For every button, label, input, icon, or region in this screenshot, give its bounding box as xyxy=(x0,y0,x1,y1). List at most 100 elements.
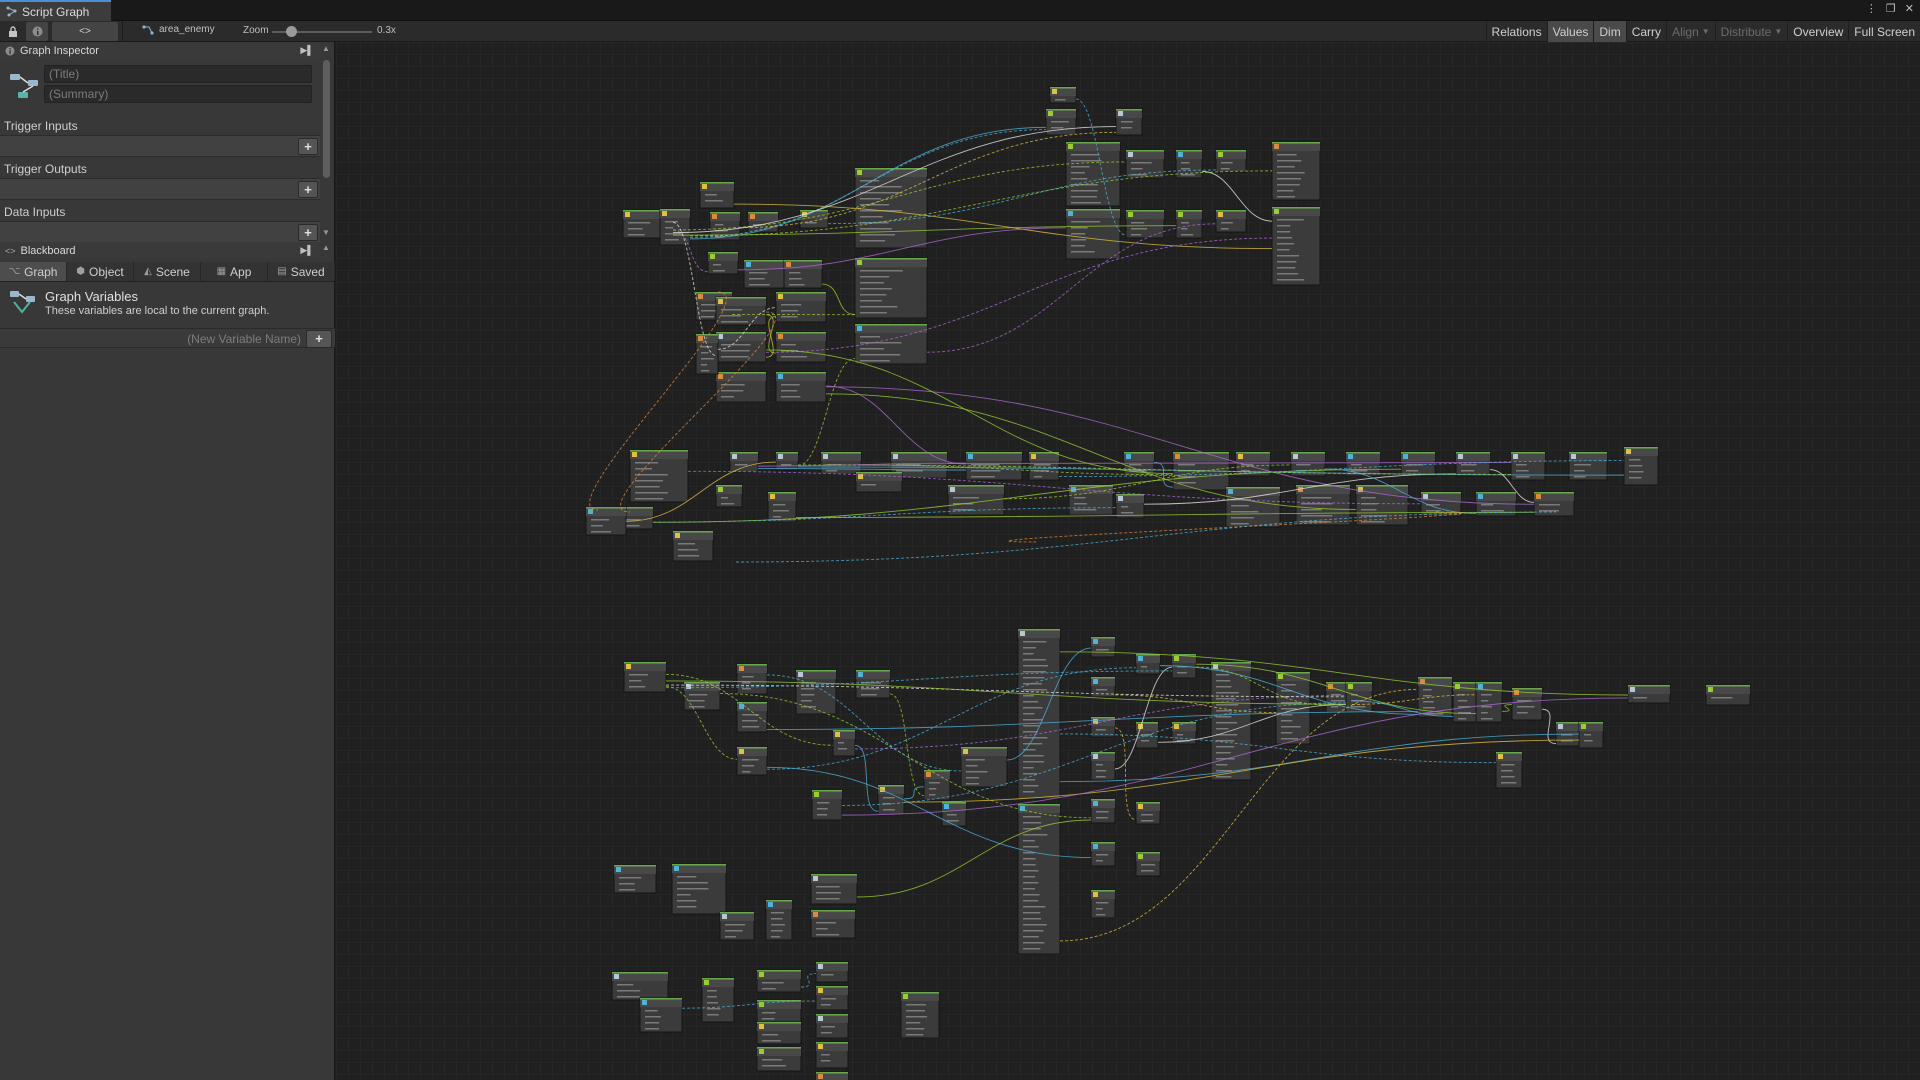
graph-node[interactable] xyxy=(941,801,967,827)
graph-node[interactable] xyxy=(1065,208,1121,260)
graph-node[interactable] xyxy=(1627,684,1671,704)
inspector-dock-button[interactable]: ▶▌ xyxy=(300,44,314,57)
graph-node[interactable] xyxy=(743,259,785,289)
graph-node[interactable] xyxy=(1115,108,1143,136)
graph-node[interactable] xyxy=(639,997,683,1033)
full-screen-button[interactable]: Full Screen xyxy=(1848,21,1920,42)
graph-node[interactable] xyxy=(736,663,768,695)
graph-node[interactable] xyxy=(629,449,689,503)
graph-node[interactable] xyxy=(1028,451,1060,481)
zoom-slider-thumb[interactable] xyxy=(286,26,297,37)
graph-node[interactable] xyxy=(1115,493,1145,519)
carry-button[interactable]: Carry xyxy=(1625,21,1666,42)
blackboard-dock-button[interactable]: ▶▌ xyxy=(300,244,314,257)
graph-node[interactable] xyxy=(900,991,940,1039)
graph-node[interactable] xyxy=(719,911,755,941)
graph-node[interactable] xyxy=(960,746,1008,788)
graph-node[interactable] xyxy=(1049,86,1077,104)
add-trigger-output-button[interactable]: + xyxy=(298,181,318,198)
graph-node[interactable] xyxy=(1090,798,1116,824)
graph-node[interactable] xyxy=(815,1013,849,1039)
graph-node[interactable] xyxy=(775,331,827,363)
graph-node[interactable] xyxy=(1623,446,1659,486)
graph-node[interactable] xyxy=(775,371,827,403)
graph-node[interactable] xyxy=(775,451,799,471)
add-trigger-input-button[interactable]: + xyxy=(298,138,318,155)
graph-node[interactable] xyxy=(1215,149,1247,173)
graph-node[interactable] xyxy=(1090,751,1116,781)
new-variable-name-input[interactable]: (New Variable Name) xyxy=(187,332,301,346)
graph-node[interactable] xyxy=(1090,636,1116,658)
graph-node[interactable] xyxy=(1578,721,1604,749)
graph-node[interactable] xyxy=(756,1046,802,1072)
graph-node[interactable] xyxy=(815,985,849,1011)
graph-node[interactable] xyxy=(1090,841,1116,867)
graph-node[interactable] xyxy=(767,491,797,523)
inspector-scrollbar[interactable]: ▲ ▼ xyxy=(321,44,333,244)
graph-node[interactable] xyxy=(765,899,793,941)
scroll-thumb[interactable] xyxy=(323,60,330,178)
graph-node[interactable] xyxy=(1175,149,1203,179)
dim-button[interactable]: Dim xyxy=(1593,21,1626,42)
add-data-input-button[interactable]: + xyxy=(298,224,318,241)
graph-node[interactable] xyxy=(701,977,735,1023)
graph-node[interactable] xyxy=(715,371,767,403)
more-menu-icon[interactable]: ⋮ xyxy=(1866,2,1877,15)
tab-saved[interactable]: ▤ Saved xyxy=(268,262,335,281)
graph-node[interactable] xyxy=(877,784,905,816)
graph-node[interactable] xyxy=(1225,486,1281,528)
graph-node[interactable] xyxy=(715,296,767,326)
graph-node[interactable] xyxy=(832,729,856,757)
graph-node[interactable] xyxy=(1125,149,1165,179)
graph-node[interactable] xyxy=(1125,209,1165,239)
graph-node[interactable] xyxy=(1065,141,1121,207)
variables-toggle-button[interactable]: <> xyxy=(52,22,118,41)
tab-graph[interactable]: ⌥ Graph xyxy=(0,262,67,281)
graph-summary-field[interactable]: (Summary) xyxy=(44,85,312,103)
graph-node[interactable] xyxy=(699,181,735,209)
graph-node[interactable] xyxy=(1271,206,1321,286)
graph-node[interactable] xyxy=(1495,751,1523,789)
graph-node[interactable] xyxy=(1345,451,1381,477)
tab-object[interactable]: ⬢ Object xyxy=(67,262,134,281)
graph-node[interactable] xyxy=(855,669,891,699)
graph-node[interactable] xyxy=(707,251,739,275)
graph-node[interactable] xyxy=(810,909,856,939)
relations-button[interactable]: Relations xyxy=(1485,21,1547,42)
graph-node[interactable] xyxy=(775,291,827,323)
graph-node[interactable] xyxy=(795,669,837,715)
graph-node[interactable] xyxy=(1475,681,1503,723)
graph-node[interactable] xyxy=(715,484,743,508)
info-toggle-button[interactable] xyxy=(26,22,48,41)
graph-node[interactable] xyxy=(736,746,768,776)
graph-title-field[interactable]: (Title) xyxy=(44,65,312,83)
graph-node[interactable] xyxy=(672,530,714,562)
graph-node[interactable] xyxy=(671,863,727,915)
graph-node[interactable] xyxy=(1568,451,1608,481)
graph-node[interactable] xyxy=(815,961,849,983)
graph-canvas[interactable] xyxy=(336,42,1920,1080)
graph-node[interactable] xyxy=(810,873,858,905)
graph-node[interactable] xyxy=(1417,676,1453,718)
graph-node[interactable] xyxy=(736,701,768,733)
align-dropdown[interactable]: Align ▼ xyxy=(1666,21,1715,42)
values-button[interactable]: Values xyxy=(1546,21,1594,42)
graph-node[interactable] xyxy=(1215,209,1247,233)
graph-node[interactable] xyxy=(1135,851,1161,877)
scroll-up-icon[interactable]: ▲ xyxy=(322,243,330,252)
graph-node[interactable] xyxy=(854,167,928,249)
graph-node[interactable] xyxy=(854,323,928,365)
tab-app[interactable]: ▦ App xyxy=(201,262,268,281)
lock-button[interactable] xyxy=(4,22,22,41)
graph-node[interactable] xyxy=(1175,209,1203,239)
graph-node[interactable] xyxy=(1210,661,1252,781)
graph-node[interactable] xyxy=(1705,684,1751,706)
graph-node[interactable] xyxy=(820,451,862,475)
distribute-dropdown[interactable]: Distribute ▼ xyxy=(1714,21,1788,42)
graph-node[interactable] xyxy=(585,506,627,536)
graph-node[interactable] xyxy=(613,864,657,894)
maximize-icon[interactable]: ❐ xyxy=(1886,2,1896,15)
tab-scene[interactable]: ◭ Scene xyxy=(134,262,201,281)
close-icon[interactable]: ✕ xyxy=(1905,2,1914,15)
graph-node[interactable] xyxy=(815,1041,849,1069)
